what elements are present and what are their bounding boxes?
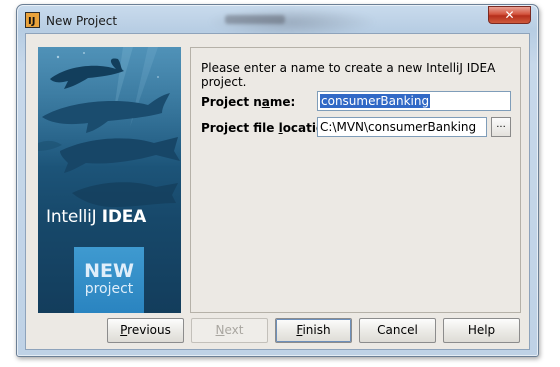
- project-name-label: Project name:: [201, 95, 296, 109]
- project-name-value: consumerBanking: [320, 94, 431, 108]
- project-location-value: C:\MVN\consumerBanking: [320, 120, 477, 134]
- browse-button[interactable]: ...: [491, 117, 511, 137]
- svg-text:IJ: IJ: [28, 16, 35, 27]
- intellij-app-icon: IJ: [25, 12, 40, 28]
- new-project-dialog: IJ New Project ✕ IntelliJ IDEA NEW proje…: [16, 4, 539, 357]
- project-location-input[interactable]: C:\MVN\consumerBanking: [317, 117, 487, 137]
- dialog-content: IntelliJ IDEA NEW project Please enter a…: [25, 33, 530, 350]
- intellij-banner-image: IntelliJ IDEA NEW project: [38, 47, 181, 313]
- project-form-panel: Please enter a name to create a new Inte…: [190, 47, 521, 313]
- project-name-input[interactable]: consumerBanking: [317, 91, 511, 111]
- finish-button[interactable]: Finish: [275, 318, 352, 343]
- instruction-text: Please enter a name to create a new Inte…: [201, 61, 496, 89]
- intellij-idea-logo-text: IntelliJ IDEA: [46, 207, 147, 227]
- help-button[interactable]: Help: [443, 318, 520, 343]
- background-window-blur-text: [225, 15, 285, 24]
- window-title: New Project: [46, 14, 118, 28]
- cancel-button[interactable]: Cancel: [359, 318, 436, 343]
- next-button[interactable]: Next: [191, 318, 268, 343]
- close-button[interactable]: ✕: [488, 6, 531, 24]
- new-project-badge: NEW project: [74, 247, 144, 313]
- previous-button[interactable]: Previous: [107, 318, 184, 343]
